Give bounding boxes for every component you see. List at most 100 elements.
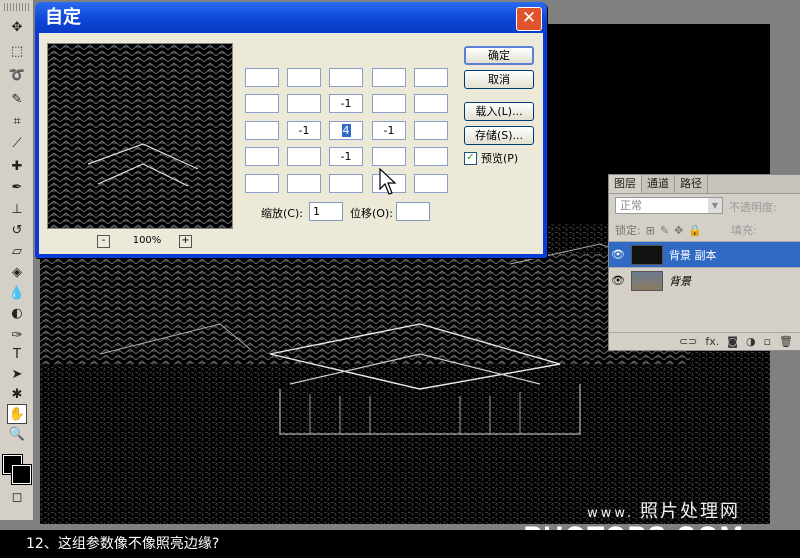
eyedropper-tool-icon[interactable]: ⟋ [8, 134, 26, 152]
layer-row-background-copy[interactable]: 👁 背景 副本 [609, 241, 800, 267]
dodge-tool-icon[interactable]: ◐ [8, 304, 26, 322]
kernel-cell[interactable] [329, 68, 363, 87]
zoom-level: 100% [132, 235, 162, 246]
opacity-label: 不透明度: [729, 201, 777, 214]
tab-paths[interactable]: 路径 [675, 175, 708, 193]
layer-name: 背景 副本 [669, 248, 717, 262]
scale-field[interactable]: 1 [309, 202, 343, 221]
kernel-cell[interactable]: -1 [329, 94, 363, 113]
crop-tool-icon[interactable]: ⌗ [8, 112, 26, 130]
filter-preview[interactable] [47, 43, 233, 229]
chevron-down-icon: ▼ [708, 198, 722, 213]
watermark-www: www. [587, 506, 634, 521]
kernel-cell[interactable] [372, 147, 406, 166]
kernel-cell[interactable] [245, 94, 279, 113]
kernel-cell[interactable] [245, 68, 279, 87]
layer-row-background[interactable]: 👁 背景 [609, 267, 800, 293]
save-button[interactable]: 存储(S)... [464, 126, 534, 145]
lock-label: 锁定: [615, 224, 641, 237]
kernel-cell[interactable]: -1 [287, 121, 321, 140]
kernel-cell[interactable]: -1 [372, 121, 406, 140]
hand-tool-icon[interactable]: ✋ [7, 404, 27, 424]
palette-grip[interactable] [4, 3, 29, 11]
history-brush-tool-icon[interactable]: ↺ [8, 221, 26, 239]
kernel-cell[interactable] [414, 147, 448, 166]
kernel-cell[interactable] [287, 147, 321, 166]
kernel-cell-value: -1 [340, 150, 352, 163]
type-tool-icon[interactable]: T [8, 345, 26, 363]
bucket-tool-icon[interactable]: ◈ [8, 263, 26, 281]
layer-thumbnail [631, 270, 663, 291]
fill-label: 填充: [731, 224, 757, 237]
quick-select-tool-icon[interactable]: ✎ [8, 90, 26, 108]
dialog-body: - 100% + -1 -1 4 -1 -1 缩放(C): 1 位移(O): 确定 取消… [39, 33, 543, 254]
tutorial-caption: 12、这组参数像不像照亮边缘? [0, 530, 800, 558]
offset-field[interactable] [396, 202, 430, 221]
lock-row: 锁定: ⊞ ✎ ✥ 🔒 [615, 222, 702, 238]
blur-tool-icon[interactable]: 💧 [8, 284, 26, 302]
kernel-cell[interactable] [372, 94, 406, 113]
layers-panel: 图层 通道 路径 正常 ▼ 不透明度: 锁定: ⊞ ✎ ✥ 🔒 填充: 👁 背景… [608, 174, 800, 351]
stamp-tool-icon[interactable]: ⊥ [8, 200, 26, 218]
zoom-in-button[interactable]: + [179, 235, 192, 248]
background-color[interactable] [11, 464, 32, 485]
load-button[interactable]: 载入(L)... [464, 102, 534, 121]
close-icon[interactable]: ✕ [516, 7, 542, 31]
blend-mode-select[interactable]: 正常 ▼ [615, 197, 723, 214]
lock-position-icon[interactable]: ✥ [674, 224, 683, 237]
kernel-cell[interactable] [414, 121, 448, 140]
tab-layers[interactable]: 图层 [609, 175, 642, 193]
preview-checkbox[interactable]: ✓ [464, 151, 477, 165]
zoom-tool-icon[interactable]: 🔍 [8, 425, 26, 443]
watermark-site-name: 照片处理网 [640, 501, 740, 522]
lasso-tool-icon[interactable]: ➰ [8, 66, 26, 84]
lock-all-icon[interactable]: 🔒 [688, 224, 702, 237]
lock-transparency-icon[interactable]: ⊞ [646, 224, 655, 237]
layers-footer: ⊂⊃ fx. ◙ ◑ ▫ 🗑 [609, 332, 800, 350]
quick-mask-icon[interactable]: ◻ [8, 488, 26, 506]
healing-tool-icon[interactable]: ✚ [8, 157, 26, 175]
preview-zoom: - 100% + [97, 235, 227, 249]
marquee-tool-icon[interactable]: ⬚ [8, 42, 26, 60]
trash-icon[interactable]: 🗑 [779, 335, 793, 348]
kernel-cell-value: -1 [298, 124, 310, 137]
path-select-tool-icon[interactable]: ➤ [8, 365, 26, 383]
eye-icon[interactable]: 👁 [609, 248, 627, 261]
dialog-title[interactable]: 自定 [35, 2, 547, 32]
color-swatches[interactable] [2, 454, 32, 485]
cancel-button[interactable]: 取消 [464, 70, 534, 89]
move-tool-icon[interactable]: ✥ [8, 18, 26, 36]
kernel-cell[interactable] [287, 68, 321, 87]
brush-tool-icon[interactable]: ✒ [8, 178, 26, 196]
zoom-out-button[interactable]: - [97, 235, 110, 248]
adjustment-icon[interactable]: ◑ [746, 335, 756, 348]
mask-icon[interactable]: ◙ [727, 335, 738, 348]
kernel-cell[interactable] [287, 94, 321, 113]
new-layer-icon[interactable]: ▫ [764, 335, 771, 348]
tools-palette: ✥ ⬚ ➰ ✎ ⌗ ⟋ ✚ ✒ ⊥ ↺ ▱ ◈ 💧 ◐ ✑ T ➤ ✱ ✋ 🔍 … [0, 0, 34, 520]
shape-tool-icon[interactable]: ✱ [8, 385, 26, 403]
fx-icon[interactable]: fx. [705, 335, 719, 348]
ok-button[interactable]: 确定 [464, 46, 534, 65]
kernel-cell[interactable] [245, 121, 279, 140]
kernel-cell[interactable] [414, 68, 448, 87]
kernel-cell[interactable] [414, 94, 448, 113]
kernel-cell[interactable]: 4 [329, 121, 363, 140]
kernel-cell[interactable] [329, 174, 363, 193]
kernel-cell[interactable] [287, 174, 321, 193]
eraser-tool-icon[interactable]: ▱ [8, 242, 26, 260]
kernel-cell[interactable] [372, 68, 406, 87]
kernel-cell[interactable] [245, 174, 279, 193]
eye-icon[interactable]: 👁 [609, 274, 627, 287]
lock-paint-icon[interactable]: ✎ [660, 224, 669, 237]
tab-channels[interactable]: 通道 [642, 175, 675, 193]
kernel-cell-value: -1 [383, 124, 395, 137]
pen-tool-icon[interactable]: ✑ [8, 326, 26, 344]
link-icon[interactable]: ⊂⊃ [679, 335, 697, 348]
preview-image [48, 44, 232, 228]
scale-label: 缩放(C): [261, 207, 303, 220]
preview-checkbox-row[interactable]: ✓ 预览(P) [464, 150, 518, 166]
kernel-cell[interactable] [414, 174, 448, 193]
kernel-cell[interactable]: -1 [329, 147, 363, 166]
kernel-cell[interactable] [245, 147, 279, 166]
